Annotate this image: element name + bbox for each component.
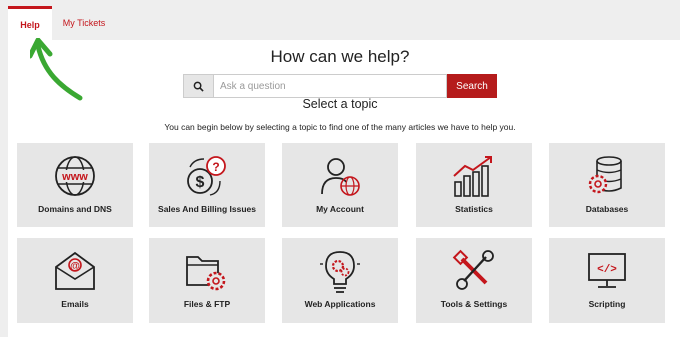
topic-domains-and-dns[interactable]: www Domains and DNS (17, 143, 133, 227)
page-title: How can we help? (270, 47, 410, 66)
search-bar: Search (183, 74, 497, 98)
topic-label: Domains and DNS (38, 204, 112, 214)
tools-icon (452, 246, 496, 296)
billing-icon: $ ? (184, 151, 230, 201)
topic-label: Sales And Billing Issues (158, 204, 256, 214)
topic-emails[interactable]: @ Emails (17, 238, 133, 323)
topic-my-account[interactable]: My Account (282, 143, 398, 227)
topic-scripting[interactable]: </> Scripting (549, 238, 665, 323)
lightbulb-icon (318, 246, 362, 296)
search-button[interactable]: Search (447, 74, 497, 98)
svg-text:www: www (61, 171, 88, 183)
topic-label: Web Applications (304, 299, 376, 309)
tab-help[interactable]: Help (8, 6, 52, 40)
topic-files-ftp[interactable]: Files & FTP (149, 238, 265, 323)
code-monitor-icon: </> (585, 246, 629, 296)
topic-heading: Select a topic (302, 97, 378, 111)
topic-label: My Account (316, 204, 364, 214)
search-icon (183, 74, 214, 98)
topic-tools-settings[interactable]: Tools & Settings (416, 238, 532, 323)
topic-label: Scripting (588, 299, 626, 309)
email-icon: @ (53, 246, 97, 296)
tab-my-tickets[interactable]: My Tickets (56, 6, 112, 40)
svg-text:@: @ (70, 261, 80, 272)
svg-text:$: $ (196, 174, 205, 191)
folder-gear-icon (184, 246, 230, 296)
topic-label: Emails (61, 299, 89, 309)
topic-web-applications[interactable]: Web Applications (282, 238, 398, 323)
topic-description: You can begin below by selecting a topic… (164, 122, 516, 132)
svg-text:?: ? (212, 160, 219, 174)
topic-databases[interactable]: Databases (549, 143, 665, 227)
topic-sales-and-billing[interactable]: $ ? Sales And Billing Issues (149, 143, 265, 227)
www-globe-icon: www (53, 151, 97, 201)
statistics-icon (451, 151, 497, 201)
tab-bar: Help My Tickets (0, 0, 680, 40)
search-input[interactable] (214, 74, 447, 98)
topic-label: Statistics (455, 204, 493, 214)
topic-statistics[interactable]: Statistics (416, 143, 532, 227)
account-icon (318, 151, 362, 201)
topic-label: Files & FTP (183, 299, 231, 309)
topic-label: Databases (585, 204, 629, 214)
database-icon (585, 151, 629, 201)
topic-label: Tools & Settings (440, 299, 508, 309)
svg-text:</>: </> (597, 264, 617, 276)
